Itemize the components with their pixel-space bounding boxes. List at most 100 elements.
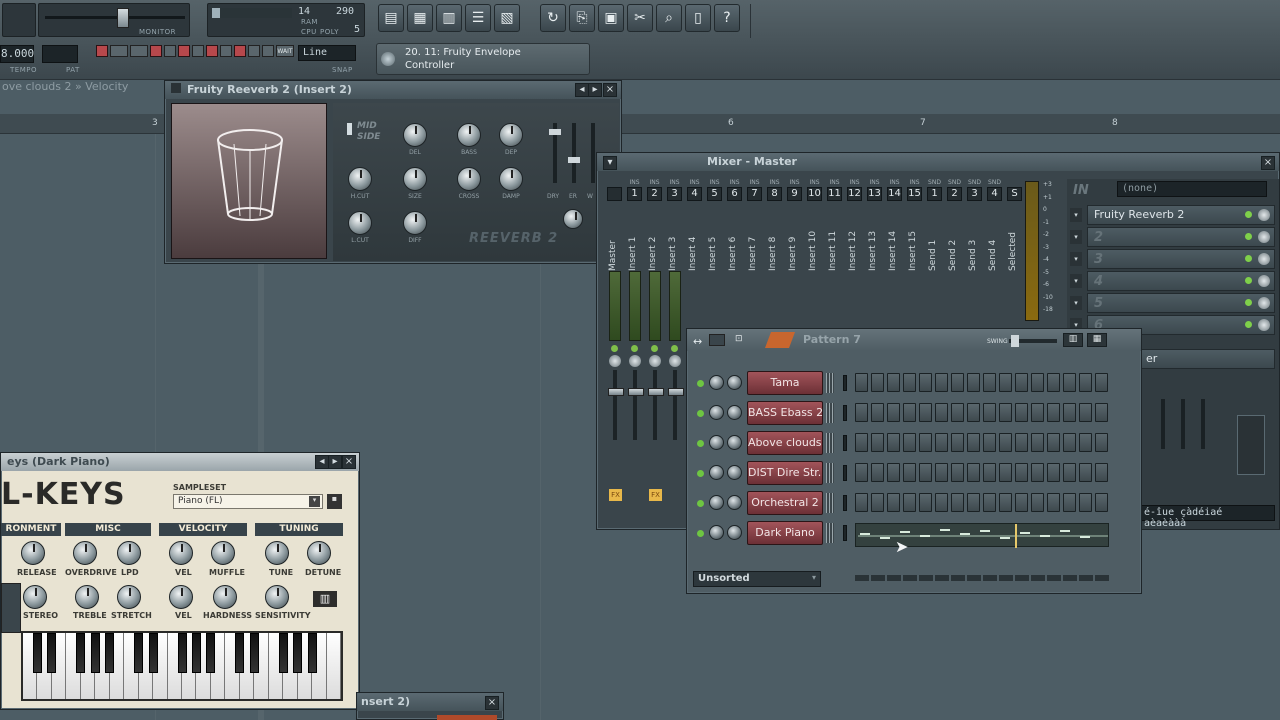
chevron-down-icon[interactable]: ▾ — [1070, 274, 1082, 288]
black-key[interactable] — [278, 633, 288, 673]
keyboard-editor-icon[interactable]: ▦ — [1087, 333, 1107, 347]
step-button[interactable] — [919, 493, 932, 512]
step-button[interactable] — [871, 493, 884, 512]
step-button[interactable] — [951, 373, 964, 392]
channel-enable-led[interactable] — [631, 345, 638, 352]
channel-pan-knob[interactable] — [709, 495, 724, 510]
piano-roll-icon[interactable]: ▥ — [436, 4, 462, 32]
close-icon[interactable]: × — [342, 455, 356, 469]
knob-treble[interactable] — [75, 585, 99, 609]
step-button[interactable] — [1031, 433, 1044, 452]
help-icon[interactable]: ? — [714, 4, 740, 32]
mixer-icon[interactable]: ▧ — [494, 4, 520, 32]
knob-stretch[interactable] — [117, 585, 141, 609]
step-button[interactable] — [903, 403, 916, 422]
step-button[interactable] — [887, 373, 900, 392]
step-button[interactable] — [855, 493, 868, 512]
channel-volume-knob[interactable] — [727, 405, 742, 420]
knob-hardness[interactable] — [213, 585, 237, 609]
step-button[interactable] — [1063, 493, 1076, 512]
black-key[interactable] — [90, 633, 100, 673]
pattern-display[interactable] — [42, 45, 78, 63]
fx-slot-mix-knob[interactable] — [1258, 231, 1270, 243]
knob-diff[interactable]: DIFF — [403, 211, 435, 244]
piano-titlebar[interactable]: eys (Dark Piano) — [1, 453, 359, 471]
knob-vel-1[interactable] — [169, 541, 193, 565]
wet-slider[interactable] — [591, 123, 595, 183]
knob-tune[interactable] — [265, 541, 289, 565]
window-menu-icon[interactable] — [171, 83, 181, 93]
step-button[interactable] — [1047, 433, 1060, 452]
step-button[interactable] — [855, 403, 868, 422]
browser-icon[interactable]: ☰ — [465, 4, 491, 32]
fx-slot-mix-knob[interactable] — [1258, 253, 1270, 265]
sampleset-menu-icon[interactable]: ▪ — [327, 494, 342, 509]
black-key[interactable] — [293, 633, 303, 673]
step-button[interactable] — [1015, 403, 1028, 422]
step-button[interactable] — [855, 373, 868, 392]
black-key[interactable] — [76, 633, 86, 673]
channel-volume-knob[interactable] — [727, 465, 742, 480]
step-button[interactable] — [887, 403, 900, 422]
channel-button[interactable]: Dark Piano — [747, 521, 823, 545]
step-button[interactable] — [919, 403, 932, 422]
tempo-display[interactable]: 8.000 — [0, 45, 34, 63]
black-key[interactable] — [206, 633, 216, 673]
step-button[interactable] — [951, 433, 964, 452]
channel-select[interactable] — [843, 405, 847, 421]
cut-icon[interactable]: ✂ — [627, 4, 653, 32]
step-button[interactable] — [951, 403, 964, 422]
step-button[interactable] — [1063, 463, 1076, 482]
step-button[interactable] — [903, 373, 916, 392]
fx-slot-mix-knob[interactable] — [1258, 297, 1270, 309]
step-button[interactable] — [935, 403, 948, 422]
save-icon[interactable]: ⎘ — [569, 4, 595, 32]
step-button[interactable] — [919, 463, 932, 482]
blend-toggle[interactable] — [150, 45, 162, 57]
step-button[interactable] — [967, 403, 980, 422]
black-key[interactable] — [191, 633, 201, 673]
mixer-channel[interactable]: INS 2 Insert 2 — [645, 179, 664, 529]
step-button[interactable] — [935, 463, 948, 482]
prev-preset-icon[interactable]: ◂ — [315, 455, 329, 469]
channel-pan-knob[interactable] — [709, 465, 724, 480]
wait-toggle[interactable]: WAIT — [276, 45, 294, 57]
channel-button[interactable]: Orchestral 2 — [747, 491, 823, 515]
black-key[interactable] — [177, 633, 187, 673]
chevron-down-icon[interactable]: ▾ — [1070, 296, 1082, 310]
step-sequencer-icon[interactable]: ▦ — [407, 4, 433, 32]
step-button[interactable] — [983, 433, 996, 452]
loop-toggle[interactable] — [178, 45, 190, 57]
step-button[interactable] — [1047, 403, 1060, 422]
scroll-toggle[interactable] — [206, 45, 218, 57]
fx-slot-led[interactable] — [1245, 233, 1252, 240]
step-button[interactable] — [919, 433, 932, 452]
close-icon[interactable]: × — [1261, 156, 1275, 170]
channel-mute-led[interactable] — [697, 470, 704, 477]
channel-volume-fader[interactable] — [648, 370, 664, 440]
channel-select[interactable] — [843, 465, 847, 481]
step-button[interactable] — [1015, 463, 1028, 482]
step-button[interactable] — [1047, 463, 1060, 482]
playlist-icon[interactable]: ▤ — [378, 4, 404, 32]
record-toggle[interactable] — [96, 45, 108, 57]
channel-enable-led[interactable] — [671, 345, 678, 352]
step-button[interactable] — [935, 373, 948, 392]
snap-select[interactable]: Line — [298, 45, 356, 61]
next-preset-icon[interactable]: ▸ — [328, 455, 342, 469]
input-select[interactable]: (none) — [1117, 181, 1267, 197]
fx-slot-mix-knob[interactable] — [1258, 209, 1270, 221]
er-slider[interactable] — [568, 123, 580, 183]
step-button[interactable] — [903, 463, 916, 482]
step-button[interactable] — [1095, 373, 1108, 392]
mixer-channel[interactable]: Master — [605, 179, 624, 529]
step-edit-icon[interactable] — [192, 45, 204, 57]
step-button[interactable] — [1047, 373, 1060, 392]
knob-size[interactable]: SIZE — [403, 167, 435, 200]
keyboard-toggle-icon[interactable]: ▥ — [313, 591, 337, 607]
knob-dep[interactable]: DEP — [499, 123, 531, 156]
knob-output[interactable] — [563, 209, 583, 229]
step-button[interactable] — [1095, 403, 1108, 422]
undo-icon[interactable]: ↻ — [540, 4, 566, 32]
fx-slot-mix-knob[interactable] — [1258, 319, 1270, 331]
